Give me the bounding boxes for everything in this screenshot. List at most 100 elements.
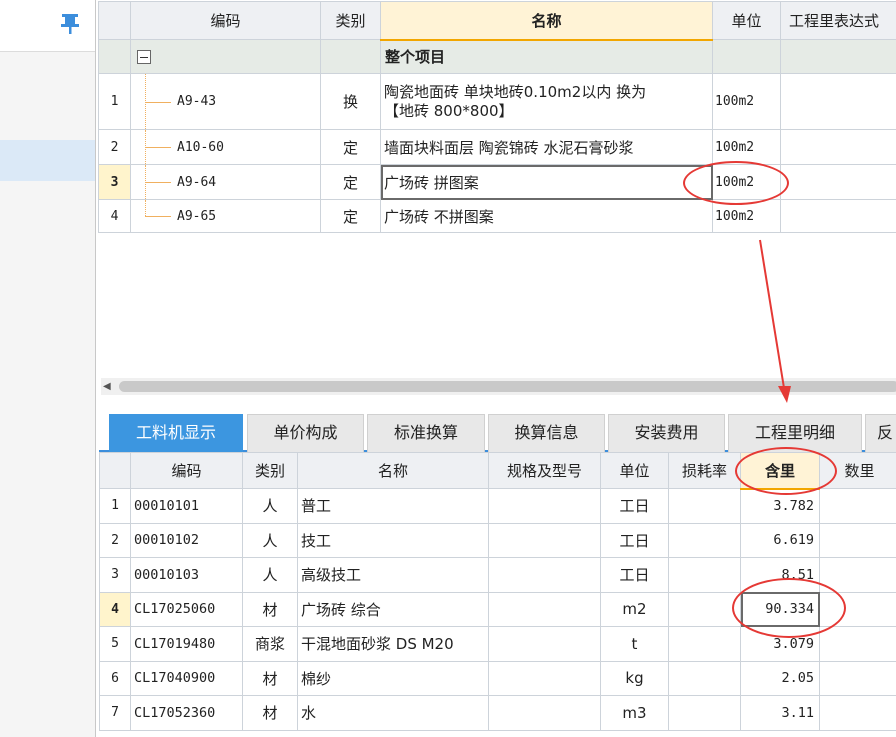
item-code[interactable]: A9-64 xyxy=(130,164,321,200)
resource-category[interactable]: 人 xyxy=(242,522,298,558)
item-code[interactable]: A9-43 xyxy=(130,73,321,130)
tab-quantity-details[interactable]: 工程里明细 xyxy=(728,414,862,452)
group-name[interactable]: 整个项目 xyxy=(380,39,713,74)
scroll-left-icon[interactable]: ◀ xyxy=(103,381,111,392)
resource-unit[interactable]: 工日 xyxy=(600,557,669,593)
item-category[interactable]: 定 xyxy=(320,164,381,200)
table-row[interactable]: 4 A9-65 定 广场砖 不拼图案 100m2 xyxy=(98,199,896,233)
table-row[interactable]: 3 00010103 人 高级技工 工日 8.51 xyxy=(99,557,896,593)
item-unit[interactable]: 100m2 xyxy=(712,164,781,200)
resource-code[interactable]: CL17040900 xyxy=(130,660,243,696)
resource-content[interactable]: 3.11 xyxy=(740,695,820,731)
scrollbar-thumb[interactable] xyxy=(119,381,896,392)
row-number[interactable]: 4 xyxy=(99,591,131,627)
resource-unit[interactable]: m2 xyxy=(600,591,669,627)
resource-code[interactable]: CL17019480 xyxy=(130,626,243,662)
column-header-loss-rate[interactable]: 损耗率 xyxy=(668,452,741,489)
resource-code[interactable]: CL17025060 xyxy=(130,591,243,627)
resource-spec[interactable] xyxy=(488,660,601,696)
resource-code[interactable]: 00010103 xyxy=(130,557,243,593)
item-name[interactable]: 广场砖 不拼图案 xyxy=(380,199,713,233)
item-unit[interactable]: 100m2 xyxy=(712,129,781,165)
resource-unit[interactable]: 工日 xyxy=(600,522,669,558)
column-header-unit[interactable]: 单位 xyxy=(712,1,781,40)
resource-code[interactable]: CL17052360 xyxy=(130,695,243,731)
row-number[interactable]: 3 xyxy=(99,557,131,593)
row-number[interactable]: 5 xyxy=(99,626,131,662)
resource-category[interactable]: 材 xyxy=(242,660,298,696)
row-number[interactable]: 4 xyxy=(98,199,131,233)
resource-content[interactable]: 8.51 xyxy=(740,557,820,593)
column-header-expression[interactable]: 工程里表达式 xyxy=(780,1,896,40)
column-header-code[interactable]: 编码 xyxy=(130,452,243,489)
resource-unit[interactable]: 工日 xyxy=(600,488,669,524)
item-code[interactable]: A9-65 xyxy=(130,199,321,233)
resource-content[interactable]: 3.782 xyxy=(740,488,820,524)
table-row[interactable]: 2 A10-60 定 墙面块料面层 陶瓷锦砖 水泥石膏砂浆 100m2 xyxy=(98,129,896,165)
resource-quantity[interactable] xyxy=(819,557,896,593)
item-name[interactable]: 陶瓷地面砖 单块地砖0.10m2以内 换为 【地砖 800*800】 xyxy=(380,73,713,130)
column-header-unit[interactable]: 单位 xyxy=(600,452,669,489)
horizontal-scrollbar[interactable]: ◀ xyxy=(101,378,896,395)
table-row[interactable]: 6 CL17040900 材 棉纱 kg 2.05 xyxy=(99,660,896,696)
resource-quantity[interactable] xyxy=(819,660,896,696)
resource-quantity[interactable] xyxy=(819,591,896,627)
resource-loss-rate[interactable] xyxy=(668,626,741,662)
resource-spec[interactable] xyxy=(488,488,601,524)
resource-loss-rate[interactable] xyxy=(668,522,741,558)
resource-quantity[interactable] xyxy=(819,488,896,524)
resource-spec[interactable] xyxy=(488,557,601,593)
pin-icon[interactable] xyxy=(60,13,80,35)
resource-content[interactable]: 6.619 xyxy=(740,522,820,558)
resource-name[interactable]: 高级技工 xyxy=(297,557,489,593)
column-header-quantity[interactable]: 数里 xyxy=(819,452,896,489)
item-category[interactable]: 换 xyxy=(320,73,381,130)
resource-code[interactable]: 00010101 xyxy=(130,488,243,524)
table-row-selected[interactable]: 4 CL17025060 材 广场砖 综合 m2 90.334 xyxy=(99,591,896,627)
tab-labor-material-machine[interactable]: 工料机显示 xyxy=(109,414,243,452)
resource-name[interactable]: 干混地面砂浆 DS M20 xyxy=(297,626,489,662)
resource-code[interactable]: 00010102 xyxy=(130,522,243,558)
row-number[interactable]: 2 xyxy=(99,522,131,558)
resource-spec[interactable] xyxy=(488,591,601,627)
resource-unit[interactable]: kg xyxy=(600,660,669,696)
resource-unit[interactable]: t xyxy=(600,626,669,662)
table-row[interactable]: 1 00010101 人 普工 工日 3.782 xyxy=(99,488,896,524)
resource-name[interactable]: 水 xyxy=(297,695,489,731)
item-category[interactable]: 定 xyxy=(320,129,381,165)
row-number[interactable]: 7 xyxy=(99,695,131,731)
tab-conversion-info[interactable]: 换算信息 xyxy=(488,414,605,452)
resource-category[interactable]: 材 xyxy=(242,591,298,627)
column-header-content[interactable]: 含里 xyxy=(740,452,820,490)
tab-standard-conversion[interactable]: 标准换算 xyxy=(367,414,485,452)
column-header-category[interactable]: 类别 xyxy=(320,1,381,40)
resource-content[interactable]: 90.334 xyxy=(740,591,820,627)
column-header-category[interactable]: 类别 xyxy=(242,452,298,489)
resource-unit[interactable]: m3 xyxy=(600,695,669,731)
item-category[interactable]: 定 xyxy=(320,199,381,233)
item-name[interactable]: 墙面块料面层 陶瓷锦砖 水泥石膏砂浆 xyxy=(380,129,713,165)
row-number[interactable]: 6 xyxy=(99,660,131,696)
row-number[interactable]: 1 xyxy=(98,73,131,130)
item-unit[interactable]: 100m2 xyxy=(712,199,781,233)
tab-installation-fee[interactable]: 安装费用 xyxy=(608,414,725,452)
resource-loss-rate[interactable] xyxy=(668,660,741,696)
resource-name[interactable]: 广场砖 综合 xyxy=(297,591,489,627)
table-row[interactable]: 2 00010102 人 技工 工日 6.619 xyxy=(99,522,896,558)
resource-category[interactable]: 人 xyxy=(242,557,298,593)
table-row[interactable]: 7 CL17052360 材 水 m3 3.11 xyxy=(99,695,896,731)
resource-content[interactable]: 3.079 xyxy=(740,626,820,662)
column-header-name[interactable]: 名称 xyxy=(380,1,713,41)
row-number[interactable]: 2 xyxy=(98,129,131,165)
table-row[interactable]: 5 CL17019480 商浆 干混地面砂浆 DS M20 t 3.079 xyxy=(99,626,896,662)
row-number[interactable]: 1 xyxy=(99,488,131,524)
resource-quantity[interactable] xyxy=(819,626,896,662)
resource-spec[interactable] xyxy=(488,626,601,662)
left-panel-selected-item[interactable] xyxy=(0,140,95,181)
resource-category[interactable]: 材 xyxy=(242,695,298,731)
resource-spec[interactable] xyxy=(488,522,601,558)
group-row[interactable]: 整个项目 xyxy=(98,39,896,74)
item-unit[interactable]: 100m2 xyxy=(712,73,781,130)
row-number[interactable]: 3 xyxy=(98,164,131,200)
table-row[interactable]: 1 A9-43 换 陶瓷地面砖 单块地砖0.10m2以内 换为 【地砖 800*… xyxy=(98,73,896,130)
